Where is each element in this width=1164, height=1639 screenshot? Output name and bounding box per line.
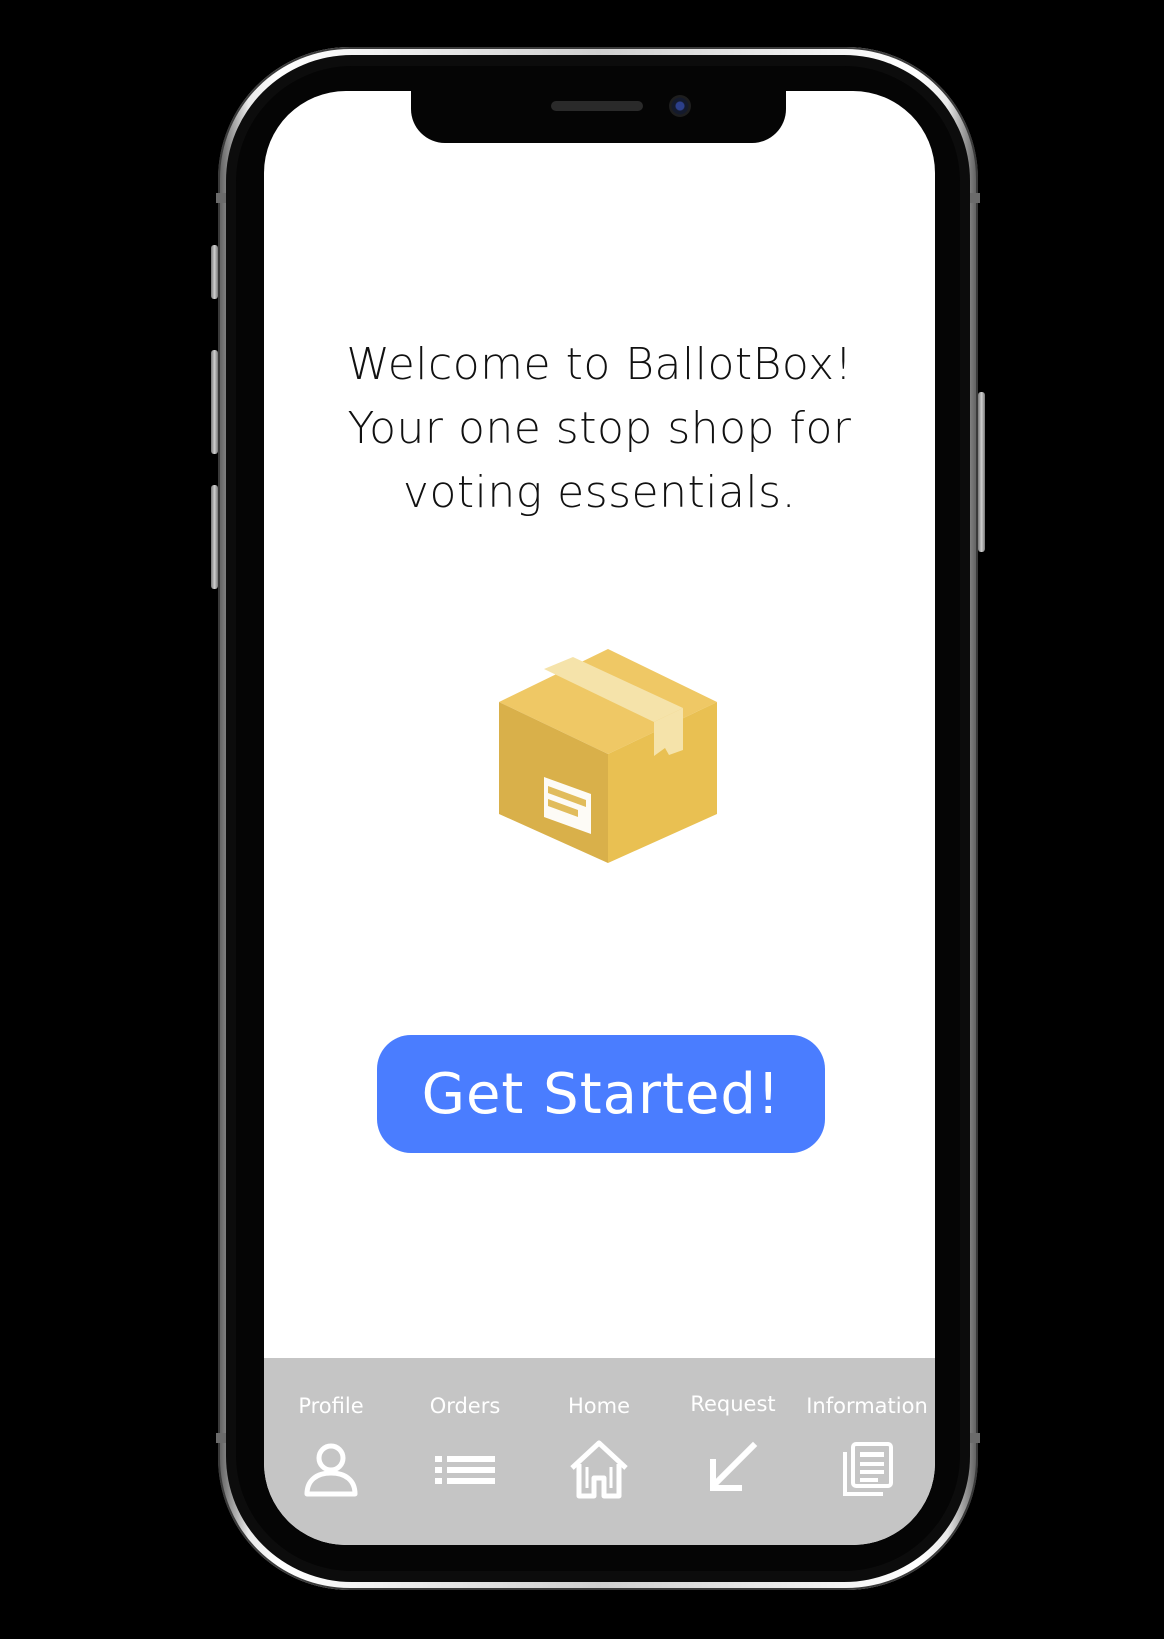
- volume-up-button: [211, 350, 218, 454]
- newspaper-icon: [843, 1442, 893, 1496]
- tab-request[interactable]: Request: [666, 1358, 800, 1545]
- notch: [411, 91, 786, 143]
- antenna-line: [970, 193, 980, 203]
- camera-icon: [669, 95, 691, 117]
- stage: Welcome to BallotBox! Your one stop shop…: [0, 0, 1164, 1639]
- tab-orders[interactable]: Orders: [398, 1358, 532, 1545]
- user-icon: [304, 1443, 358, 1497]
- mute-switch: [211, 245, 218, 299]
- tab-information[interactable]: Information: [800, 1358, 934, 1545]
- welcome-line: Your one stop shop for: [347, 403, 852, 454]
- tab-label: Information: [806, 1394, 928, 1418]
- tab-label: Request: [690, 1392, 776, 1416]
- tab-label: Home: [567, 1394, 630, 1418]
- antenna-line: [970, 1433, 980, 1443]
- speaker-grille: [551, 101, 643, 111]
- home-icon: [570, 1440, 628, 1499]
- welcome-line: Welcome to BallotBox!: [346, 339, 853, 390]
- tab-profile[interactable]: Profile: [264, 1358, 398, 1545]
- power-button: [978, 392, 985, 552]
- tab-home[interactable]: Home: [532, 1358, 666, 1545]
- list-icon: [435, 1456, 495, 1484]
- app-screen: Welcome to BallotBox! Your one stop shop…: [264, 91, 935, 1545]
- antenna-line: [216, 1433, 226, 1443]
- welcome-line: voting essentials.: [402, 467, 797, 518]
- tab-label: Profile: [298, 1394, 364, 1418]
- volume-down-button: [211, 485, 218, 589]
- antenna-line: [216, 193, 226, 203]
- welcome-message: Welcome to BallotBox! Your one stop shop…: [314, 333, 885, 525]
- tab-label: Orders: [429, 1394, 501, 1418]
- bottom-tab-bar: Profile Orders Home Request Information: [264, 1358, 935, 1545]
- arrow-down-left-icon: [710, 1441, 758, 1491]
- get-started-button[interactable]: Get Started!: [377, 1035, 825, 1153]
- cardboard-box-icon: [499, 649, 717, 863]
